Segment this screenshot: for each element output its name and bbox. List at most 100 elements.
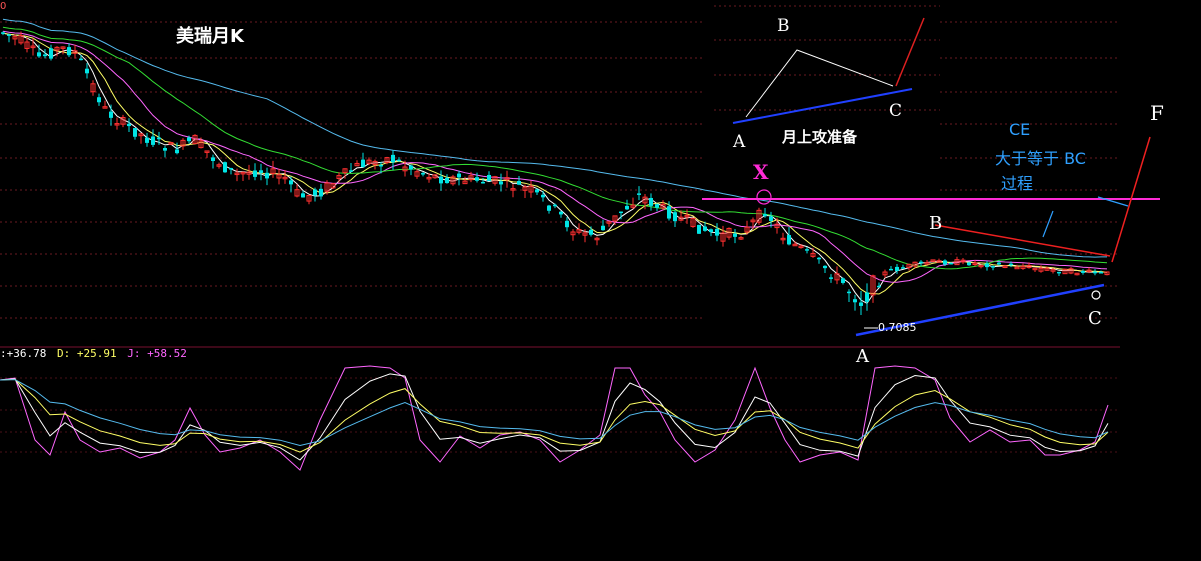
candle-body [1014,266,1020,270]
candle [829,274,833,283]
resistance-line-bc [934,224,1111,257]
candle-body [619,211,623,214]
candle [859,291,863,316]
candle-body [847,291,851,294]
candle-body [703,226,707,231]
candle [625,199,629,211]
candle [733,228,737,244]
candle-body [439,176,443,184]
ma5-line [2,32,1108,305]
ma10-line [2,32,1108,295]
candle-body [667,206,671,219]
candle [97,93,101,106]
candle [780,232,786,245]
candlestick-chart [0,5,1160,471]
candle [223,161,227,173]
candle-body [589,229,593,235]
candle [133,128,137,140]
candle-body [637,193,641,195]
candle [1062,268,1068,275]
candle [475,172,479,183]
inset-label-c: C [889,101,903,121]
candle [163,146,167,158]
candle-body [361,159,365,168]
candle [421,172,425,177]
candle-body [829,277,833,279]
candle [85,63,89,79]
candle [114,117,120,130]
candle-body [259,170,263,173]
candle [120,114,126,128]
candle-body [43,54,47,57]
inset-breakout-line [895,17,925,87]
candle-body [985,263,989,268]
b-label: B [929,213,943,234]
candle [246,164,252,180]
candle-body [175,149,179,154]
candle [1093,269,1097,276]
candle-body [601,225,605,231]
candle [204,150,210,158]
candle-body [1057,271,1061,274]
candle-body [553,204,557,207]
candle-body [919,261,923,264]
candle [138,133,144,144]
candle [738,235,744,240]
candle [1081,269,1085,275]
candle [372,159,378,170]
candle [109,104,113,126]
candle-body [877,285,881,288]
ce-label-line1: CE [1009,120,1031,139]
candle [553,203,557,209]
candle-body [97,97,101,103]
candle [655,203,659,212]
candle-body [1081,271,1085,273]
candle [541,190,545,202]
f-label: F [1150,101,1164,125]
candle [294,184,300,198]
candle [49,44,53,61]
candle-body [853,299,857,303]
candle-body [895,266,899,271]
candle-body [253,170,257,177]
candle-body [901,267,905,269]
candle-body [127,123,131,127]
a-label: A [856,346,869,367]
candle-body [649,197,653,206]
candle [1,31,5,36]
candle-body [943,260,947,265]
inset-diagram [714,5,940,124]
candle [673,210,677,228]
candle-body [145,137,149,143]
kdj-d-line [0,378,1109,453]
candle [522,184,528,198]
candle-body [715,228,719,236]
candle [930,259,936,262]
inset-label-b: B [777,16,790,36]
candle [991,265,995,271]
candle [145,132,149,147]
candle-body [379,164,383,167]
candle-body [787,235,791,245]
x-label: X [753,160,769,184]
candle [211,154,215,169]
candle [715,223,719,242]
chart-stage: 美瑞月K 0 0.7085 A B C 月上攻准备 X A B C F CE 大… [0,0,1201,561]
candle [313,187,317,202]
c-label: C [1088,308,1102,329]
candle-body [823,265,827,269]
candle [901,264,905,269]
candle [559,210,563,218]
candle [276,168,282,185]
candle-body [559,211,563,215]
candle-body [697,224,701,234]
inset-support-line [732,88,913,124]
candle [889,266,893,271]
candle [462,176,468,185]
candle-body [211,157,215,162]
c-point-marker [1091,290,1101,300]
candle [319,183,323,200]
candle [12,34,18,46]
candle [630,197,636,210]
candle [229,167,233,175]
